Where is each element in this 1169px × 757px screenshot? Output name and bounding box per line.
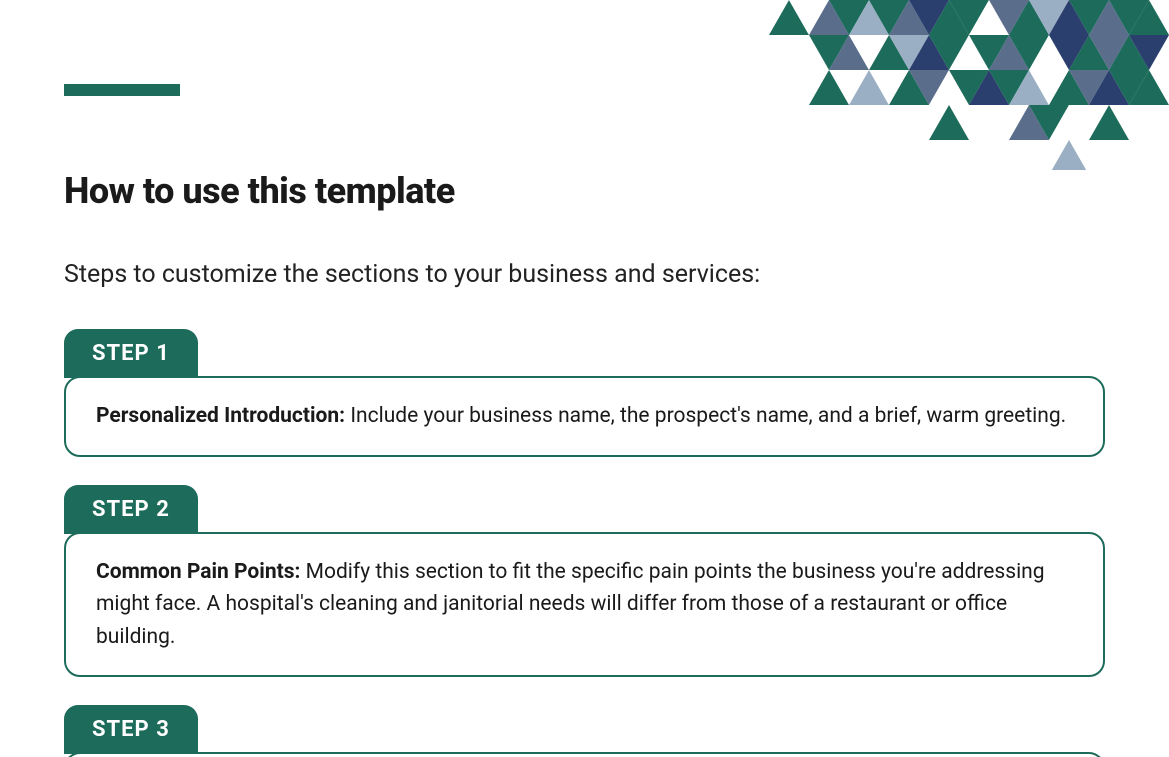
- step-2: STEP 2 Common Pain Points: Modify this s…: [64, 485, 1105, 678]
- step-tab: STEP 3: [64, 705, 198, 754]
- page-title: How to use this template: [64, 170, 1105, 212]
- step-text: Include your business name, the prospect…: [350, 404, 1066, 428]
- step-tab: STEP 2: [64, 485, 198, 534]
- step-body: Personalized Introduction: Include your …: [64, 376, 1105, 457]
- document-page: How to use this template Steps to custom…: [0, 0, 1169, 757]
- page-subtitle: Steps to customize the sections to your …: [64, 260, 1105, 289]
- step-1: STEP 1 Personalized Introduction: Includ…: [64, 329, 1105, 457]
- step-body: Value Propositions and Service Offering …: [64, 752, 1105, 757]
- accent-bar: [64, 84, 180, 96]
- step-tab: STEP 1: [64, 329, 198, 378]
- triangle-pattern-decoration: [769, 0, 1169, 170]
- step-bold: Personalized Introduction:: [96, 404, 350, 428]
- step-bold: Common Pain Points:: [96, 560, 306, 584]
- content-area: How to use this template Steps to custom…: [64, 170, 1105, 757]
- step-3: STEP 3 Value Propositions and Service Of…: [64, 705, 1105, 757]
- step-body: Common Pain Points: Modify this section …: [64, 532, 1105, 678]
